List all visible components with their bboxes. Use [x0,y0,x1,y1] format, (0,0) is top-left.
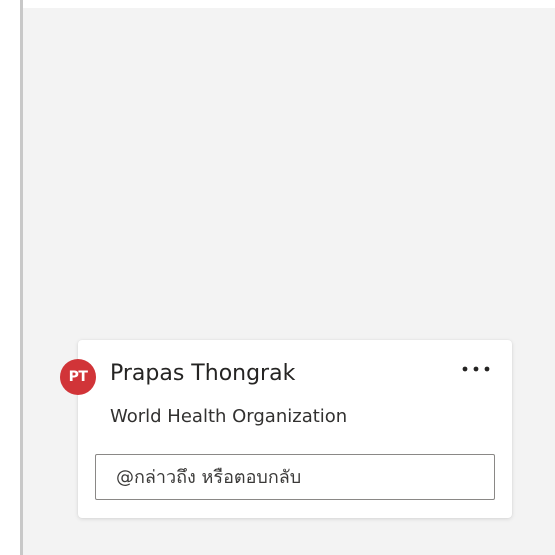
avatar: PT [60,359,96,395]
comment-organization: World Health Organization [110,406,348,427]
more-horizontal-icon [462,366,490,372]
screen: PT Prapas Thongrak World Health Organiza… [0,0,555,555]
reply-input[interactable] [95,454,495,500]
more-options-button[interactable] [456,355,496,383]
avatar-initials: PT [68,369,88,385]
comment-author: Prapas Thongrak [110,361,296,386]
